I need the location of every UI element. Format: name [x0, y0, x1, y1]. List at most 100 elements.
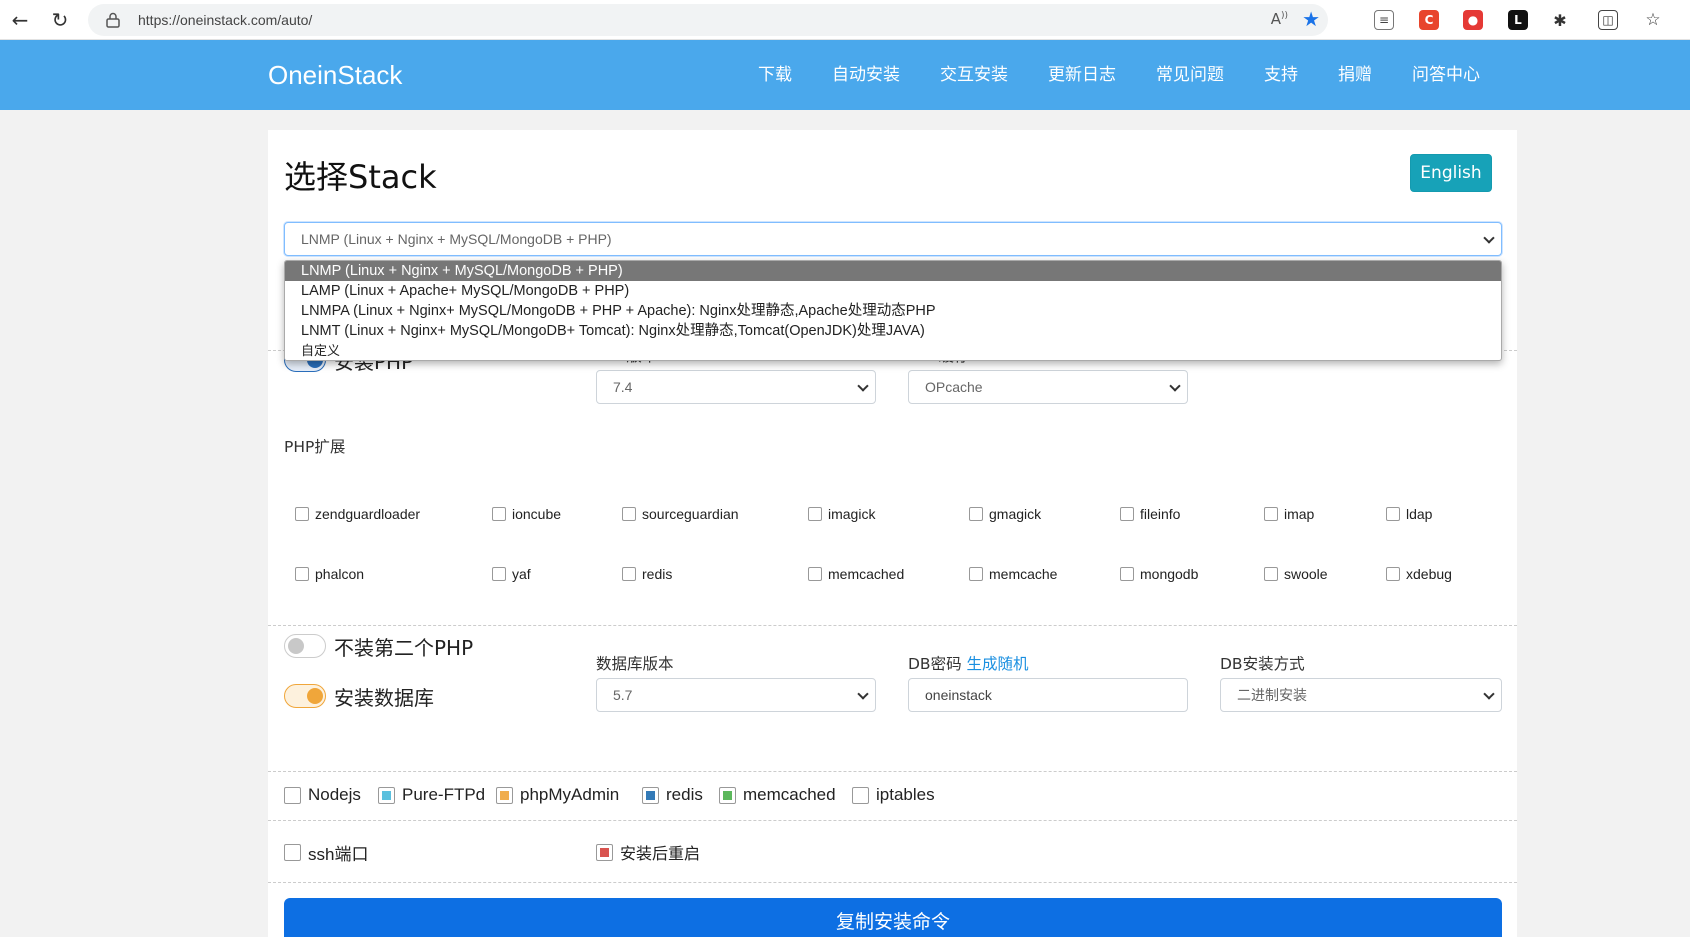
- ext-fileinfo[interactable]: fileinfo: [1120, 506, 1180, 522]
- extension-red-icon[interactable]: ●: [1463, 10, 1483, 30]
- opt-iptables[interactable]: iptables: [852, 785, 935, 805]
- menu-changelog[interactable]: 更新日志: [1028, 40, 1136, 110]
- read-aloud-icon[interactable]: A)): [1271, 10, 1288, 28]
- php-version-select[interactable]: 7.4: [596, 370, 876, 404]
- page-title: 选择Stack: [284, 158, 437, 196]
- checkbox[interactable]: [492, 567, 506, 581]
- checkbox[interactable]: [969, 567, 983, 581]
- ext-redis[interactable]: redis: [622, 566, 672, 582]
- checkbox[interactable]: [284, 786, 301, 804]
- menu-auto-install[interactable]: 自动安装: [812, 40, 920, 110]
- checkbox[interactable]: [852, 786, 869, 804]
- ext-xdebug[interactable]: xdebug: [1386, 566, 1452, 582]
- ext-zendguardloader[interactable]: zendguardloader: [295, 506, 420, 522]
- checkbox[interactable]: [295, 567, 309, 581]
- db-version-select[interactable]: 5.7: [596, 678, 876, 712]
- opt-redis[interactable]: redis: [642, 785, 703, 805]
- checkbox[interactable]: [622, 567, 636, 581]
- ext-label: redis: [642, 566, 673, 582]
- checkbox[interactable]: [1386, 507, 1400, 521]
- checkbox[interactable]: [719, 786, 736, 804]
- menu-faq[interactable]: 常见问题: [1136, 40, 1244, 110]
- ext-phalcon[interactable]: phalcon: [295, 566, 364, 582]
- db-password-label: DB密码 生成随机: [908, 652, 1029, 674]
- ext-mongodb[interactable]: mongodb: [1120, 566, 1198, 582]
- extensions-puzzle-icon[interactable]: ✱: [1550, 10, 1570, 30]
- menu-download[interactable]: 下载: [738, 40, 812, 110]
- back-icon[interactable]: ←: [8, 8, 32, 32]
- favorites-icon[interactable]: ☆: [1643, 10, 1663, 30]
- opt-label: 安装后重启: [620, 846, 701, 863]
- db-password-label-text: DB密码: [908, 655, 962, 673]
- db-password-input[interactable]: oneinstack: [908, 678, 1188, 712]
- checkbox[interactable]: [1264, 507, 1278, 521]
- menu-support[interactable]: 支持: [1244, 40, 1318, 110]
- ext-label: memcache: [989, 566, 1058, 582]
- checkbox[interactable]: [808, 507, 822, 521]
- checkbox[interactable]: [596, 843, 613, 861]
- ext-gmagick[interactable]: gmagick: [969, 506, 1041, 522]
- stack-dropdown-list: LNMP (Linux + Nginx + MySQL/MongoDB + PH…: [284, 260, 1502, 361]
- opt-nodejs[interactable]: Nodejs: [284, 785, 361, 805]
- opt-memcached[interactable]: memcached: [719, 785, 836, 805]
- checkbox[interactable]: [808, 567, 822, 581]
- checkbox[interactable]: [1264, 567, 1278, 581]
- stack-option-lamp[interactable]: LAMP (Linux + Apache+ MySQL/MongoDB + PH…: [285, 281, 1501, 301]
- toggle-knob: [307, 688, 323, 704]
- checkbox[interactable]: [969, 507, 983, 521]
- install-db-toggle[interactable]: [284, 684, 326, 708]
- ext-label: imap: [1284, 506, 1315, 522]
- checkbox[interactable]: [642, 786, 659, 804]
- stack-option-lnmt[interactable]: LNMT (Linux + Nginx+ MySQL/MongoDB+ Tomc…: [285, 321, 1501, 341]
- opt-label: ssh端口: [308, 845, 369, 864]
- php-extensions-label: PHP扩展: [284, 438, 346, 456]
- checkbox[interactable]: [622, 507, 636, 521]
- checkbox[interactable]: [284, 844, 301, 861]
- checkbox[interactable]: [295, 507, 309, 521]
- ext-yaf[interactable]: yaf: [492, 566, 531, 582]
- checkbox[interactable]: [1120, 507, 1134, 521]
- opt-pure-ftpd[interactable]: Pure-FTPd: [378, 785, 485, 805]
- stack-option-lnmpa[interactable]: LNMPA (Linux + Nginx+ MySQL/MongoDB + PH…: [285, 301, 1501, 321]
- ext-label: yaf: [512, 566, 531, 582]
- checkbox[interactable]: [378, 786, 395, 804]
- opt-ssh-port[interactable]: ssh端口: [284, 840, 368, 865]
- ext-imap[interactable]: imap: [1264, 506, 1314, 522]
- menu-donate[interactable]: 捐赠: [1318, 40, 1392, 110]
- extension-dark-icon[interactable]: L: [1508, 10, 1528, 30]
- checkbox[interactable]: [492, 507, 506, 521]
- english-button[interactable]: English: [1410, 154, 1492, 192]
- db-method-select[interactable]: 二进制安装: [1220, 678, 1502, 712]
- checkbox[interactable]: [1386, 567, 1400, 581]
- ext-imagick[interactable]: imagick: [808, 506, 875, 522]
- address-bar[interactable]: https://oneinstack.com/auto/ A)) ★: [88, 4, 1328, 36]
- extension-c-icon[interactable]: C: [1419, 10, 1439, 30]
- ext-ldap[interactable]: ldap: [1386, 506, 1432, 522]
- ext-ioncube[interactable]: ioncube: [492, 506, 561, 522]
- generate-random-link[interactable]: 生成随机: [967, 655, 1029, 673]
- brand-logo[interactable]: OneinStack: [268, 40, 402, 110]
- ext-memcache[interactable]: memcache: [969, 566, 1057, 582]
- ext-sourceguardian[interactable]: sourceguardian: [622, 506, 739, 522]
- ext-memcached[interactable]: memcached: [808, 566, 904, 582]
- php-cache-select[interactable]: OPcache: [908, 370, 1188, 404]
- split-screen-icon[interactable]: ◫: [1598, 10, 1618, 30]
- copy-install-command-button[interactable]: 复制安装命令: [284, 898, 1502, 937]
- second-php-toggle[interactable]: [284, 634, 326, 658]
- collections-icon[interactable]: ≡: [1374, 10, 1394, 30]
- stack-option-custom[interactable]: 自定义: [285, 341, 1501, 360]
- favorite-star-icon[interactable]: ★: [1302, 7, 1320, 31]
- ext-label: memcached: [828, 566, 905, 582]
- menu-interactive-install[interactable]: 交互安装: [920, 40, 1028, 110]
- opt-label: iptables: [876, 785, 935, 804]
- reload-icon[interactable]: ↻: [48, 8, 72, 32]
- checkbox[interactable]: [1120, 567, 1134, 581]
- opt-reboot-after-install[interactable]: 安装后重启: [596, 840, 700, 864]
- ext-swoole[interactable]: swoole: [1264, 566, 1328, 582]
- stack-option-lnmp[interactable]: LNMP (Linux + Nginx + MySQL/MongoDB + PH…: [285, 261, 1501, 281]
- stack-select[interactable]: LNMP (Linux + Nginx + MySQL/MongoDB + PH…: [284, 222, 1502, 256]
- menu-qa-center[interactable]: 问答中心: [1392, 40, 1500, 110]
- opt-phpmyadmin[interactable]: phpMyAdmin: [496, 785, 619, 805]
- browser-toolbar: ← ↻ https://oneinstack.com/auto/ A)) ★ ≡…: [0, 0, 1690, 40]
- checkbox[interactable]: [496, 786, 513, 804]
